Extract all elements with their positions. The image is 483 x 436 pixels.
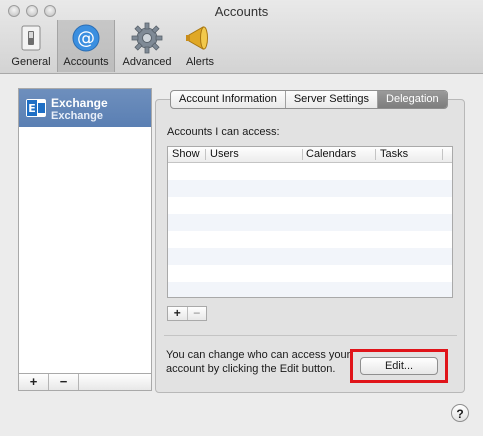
column-divider <box>375 149 376 160</box>
tab-delegation[interactable]: Delegation <box>378 91 447 108</box>
account-name: Exchange <box>51 96 108 110</box>
delegate-controls: + − <box>167 306 207 321</box>
column-calendars[interactable]: Calendars <box>306 148 356 160</box>
tab-server-settings[interactable]: Server Settings <box>286 91 379 108</box>
accounts-list-controls: + − <box>18 373 152 391</box>
table-row <box>168 282 452 297</box>
toolbar-advanced-label: Advanced <box>122 56 172 68</box>
help-button[interactable]: ? <box>451 404 469 422</box>
edit-button[interactable]: Edit... <box>360 357 438 375</box>
svg-text:@: @ <box>77 28 95 49</box>
column-show[interactable]: Show <box>172 148 200 160</box>
table-row <box>168 214 452 231</box>
window-title: Accounts <box>214 4 269 19</box>
column-divider <box>302 149 303 160</box>
toolbar-general-label: General <box>11 56 51 68</box>
remove-delegate-button[interactable]: − <box>188 307 207 320</box>
toolbar-alerts-label: Alerts <box>185 56 215 68</box>
title-bar: Accounts General @ Accounts Advanced Ale… <box>0 0 483 74</box>
tab-bar: Account Information Server Settings Dele… <box>170 90 448 109</box>
accounts-window: Accounts General @ Accounts Advanced Ale… <box>0 0 483 436</box>
account-type: Exchange <box>51 110 103 122</box>
accounts-list[interactable]: E Exchange Exchange <box>18 88 152 374</box>
add-delegate-button[interactable]: + <box>168 307 188 320</box>
column-divider <box>442 149 443 160</box>
column-divider <box>205 149 206 160</box>
table-header: Show Users Calendars Tasks <box>168 147 452 163</box>
add-account-button[interactable]: + <box>19 374 49 390</box>
at-sign-icon: @ <box>72 24 100 52</box>
toolbar-alerts[interactable]: Alerts <box>176 20 224 72</box>
toolbar-accounts-label: Accounts <box>63 56 109 68</box>
table-row <box>168 265 452 282</box>
toolbar-advanced[interactable]: Advanced <box>118 20 176 72</box>
column-users[interactable]: Users <box>210 148 239 160</box>
gear-icon <box>131 22 163 54</box>
column-tasks[interactable]: Tasks <box>380 148 408 160</box>
table-row <box>168 180 452 197</box>
table-row <box>168 248 452 265</box>
table-row <box>168 231 452 248</box>
accounts-access-label: Accounts I can access: <box>167 126 280 138</box>
toolbar-general[interactable]: General <box>6 20 56 72</box>
table-row <box>168 197 452 214</box>
exchange-icon: E <box>26 99 46 117</box>
megaphone-icon <box>186 26 208 50</box>
delegation-table[interactable]: Show Users Calendars Tasks <box>167 146 453 298</box>
toolbar-accounts[interactable]: @ Accounts <box>57 20 115 72</box>
tab-account-information[interactable]: Account Information <box>171 91 286 108</box>
account-row-exchange[interactable]: E Exchange Exchange <box>19 89 151 127</box>
divider <box>164 335 457 336</box>
table-row <box>168 163 452 180</box>
remove-account-button[interactable]: − <box>49 374 79 390</box>
edit-help-text: You can change who can access your accou… <box>166 349 351 375</box>
switch-icon <box>21 25 41 51</box>
svg-text:E: E <box>28 102 36 115</box>
